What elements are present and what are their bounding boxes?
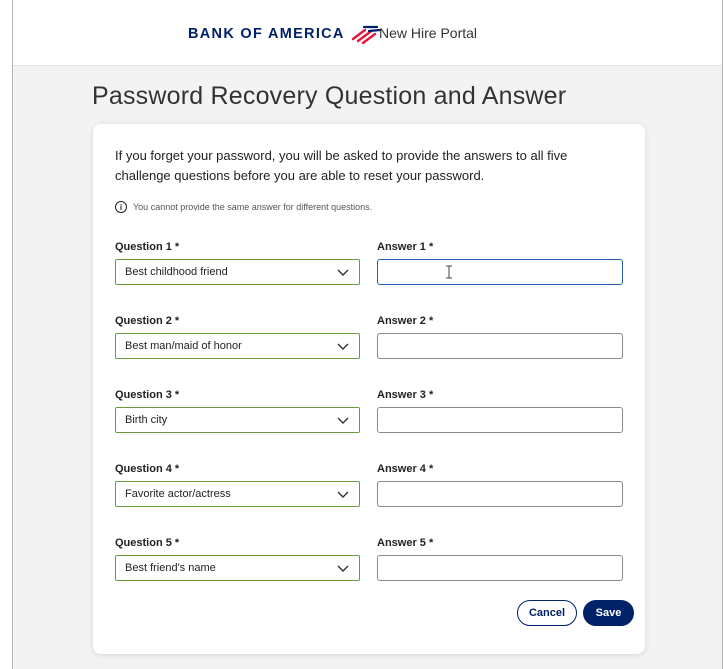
chevron-down-icon bbox=[337, 565, 349, 572]
question-2-label: Question 2 * bbox=[115, 315, 180, 327]
answer-5-input[interactable] bbox=[377, 555, 623, 581]
answer-4-input[interactable] bbox=[377, 481, 623, 507]
recovery-form-card: If you forget your password, you will be… bbox=[93, 124, 645, 654]
chevron-down-icon bbox=[337, 491, 349, 498]
question-3-label: Question 3 * bbox=[115, 389, 180, 401]
answer-4-label: Answer 4 * bbox=[377, 463, 434, 475]
chevron-down-icon bbox=[337, 269, 349, 276]
answer-2-label: Answer 2 * bbox=[377, 315, 434, 327]
brand-name: BANK OF AMERICA bbox=[188, 26, 345, 42]
intro-text: If you forget your password, you will be… bbox=[115, 148, 568, 183]
question-1-value: Best childhood friend bbox=[125, 266, 228, 278]
page-title: Password Recovery Question and Answer bbox=[92, 82, 567, 110]
window-left-edge bbox=[0, 0, 13, 669]
answer-1-label: Answer 1 * bbox=[377, 241, 434, 253]
question-4-value: Favorite actor/actress bbox=[125, 488, 231, 500]
question-2-select[interactable]: Best man/maid of honor bbox=[115, 333, 360, 359]
question-2-value: Best man/maid of honor bbox=[125, 340, 242, 352]
brand-logo-group[interactable]: BANK OF AMERICA bbox=[188, 20, 381, 48]
question-3-select[interactable]: Birth city bbox=[115, 407, 360, 433]
answer-2-input[interactable] bbox=[377, 333, 623, 359]
info-note-text: You cannot provide the same answer for d… bbox=[133, 202, 373, 212]
text-cursor-icon bbox=[446, 265, 452, 279]
info-icon: i bbox=[115, 201, 127, 213]
cancel-button[interactable]: Cancel bbox=[517, 600, 577, 626]
answer-1-input[interactable] bbox=[377, 259, 623, 285]
question-5-value: Best friend's name bbox=[125, 562, 216, 574]
chevron-down-icon bbox=[337, 343, 349, 350]
answer-3-input[interactable] bbox=[377, 407, 623, 433]
info-note: i You cannot provide the same answer for… bbox=[115, 201, 372, 213]
header-bar: BANK OF AMERICA New Hire Portal bbox=[13, 0, 722, 66]
answer-5-label: Answer 5 * bbox=[377, 537, 434, 549]
question-1-label: Question 1 * bbox=[115, 241, 180, 253]
question-4-label: Question 4 * bbox=[115, 463, 180, 475]
question-4-select[interactable]: Favorite actor/actress bbox=[115, 481, 360, 507]
save-button[interactable]: Save bbox=[583, 600, 634, 626]
answer-3-label: Answer 3 * bbox=[377, 389, 434, 401]
flag-logo-icon bbox=[351, 25, 381, 44]
question-5-label: Question 5 * bbox=[115, 537, 180, 549]
question-3-value: Birth city bbox=[125, 414, 168, 426]
question-1-select[interactable]: Best childhood friend bbox=[115, 259, 360, 285]
question-5-select[interactable]: Best friend's name bbox=[115, 555, 360, 581]
chevron-down-icon bbox=[337, 417, 349, 424]
portal-name: New Hire Portal bbox=[379, 25, 478, 41]
